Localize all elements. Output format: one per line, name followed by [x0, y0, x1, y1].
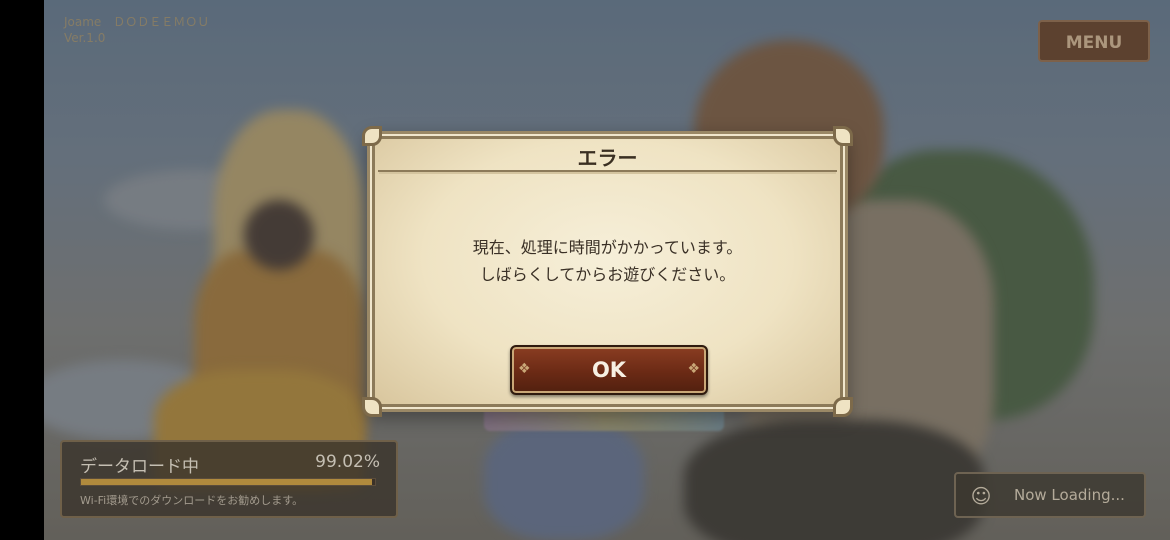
screen-left-edge — [0, 0, 44, 540]
ornament-icon: ❖ — [518, 361, 531, 377]
ok-button-label: OK — [591, 358, 627, 382]
ok-button[interactable]: ❖ OK ❖ — [510, 345, 708, 395]
now-loading-label: Now Loading... — [1014, 486, 1125, 504]
dialog-title-bar: エラー — [378, 140, 837, 172]
data-load-percent: 99.02% — [315, 452, 380, 472]
data-load-panel: データロード中 99.02% Wi-Fi環境でのダウンロードをお勧めします。 — [60, 440, 398, 518]
menu-button[interactable]: MENU — [1038, 20, 1150, 62]
now-loading-indicator: ☺ Now Loading... — [954, 472, 1146, 518]
dialog-corner-ornament — [833, 397, 853, 417]
dialog-title: エラー — [577, 146, 638, 170]
data-load-progress-bar — [80, 478, 376, 486]
user-info: Joame ＤＯＤＥＥＭＯＵ Ver.1.0 — [64, 14, 209, 46]
data-load-note: Wi-Fi環境でのダウンロードをお勧めします。 — [80, 494, 304, 507]
chibi-character-icon: ☺ — [970, 484, 992, 508]
dialog-message: 現在、処理に時間がかかっています。 しばらくしてからお遊びください。 — [472, 238, 743, 284]
data-load-label: データロード中 — [80, 457, 199, 477]
dialog-corner-ornament — [362, 397, 382, 417]
error-dialog: エラー 現在、処理に時間がかかっています。 しばらくしてからお遊びください。 ❖… — [362, 126, 853, 417]
user-sub: Ver.1.0 — [64, 31, 106, 45]
data-load-progress-fill — [81, 479, 373, 485]
ornament-icon: ❖ — [687, 361, 700, 377]
user-name: Joame ＤＯＤＥＥＭＯＵ — [64, 15, 210, 29]
